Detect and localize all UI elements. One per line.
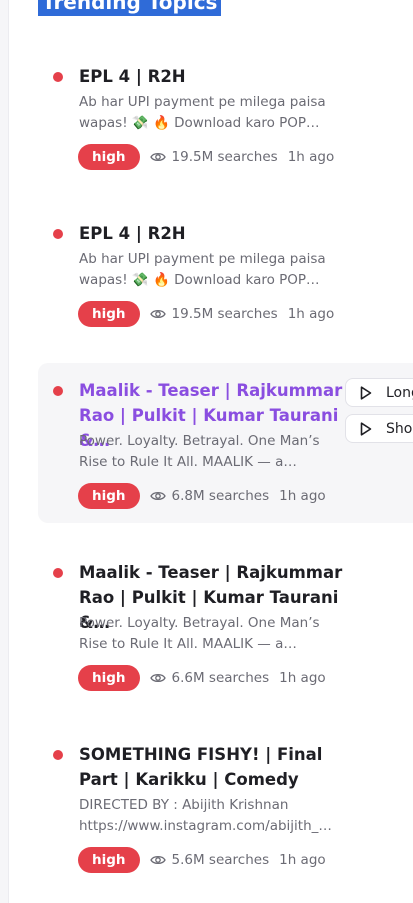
short-button[interactable]: Short [345, 414, 413, 443]
topic-item[interactable]: EPL 4 | R2H Ab har UPI payment pe milega… [38, 212, 413, 337]
topic-meta: high 5.6M searches 1h ago [78, 847, 326, 873]
short-button-label: Short [386, 420, 413, 437]
topic-item[interactable]: SOMETHING FISHY! | Final Part | Karikku … [38, 736, 413, 886]
topic-meta: high 6.6M searches 1h ago [78, 665, 326, 691]
eye-icon [149, 673, 166, 683]
time-ago: 1h ago [279, 852, 326, 868]
topic-title[interactable]: EPL 4 | R2H [79, 221, 344, 246]
topic-description: Power. Loyalty. Betrayal. One Man’s Rise… [79, 433, 320, 470]
time-ago: 1h ago [279, 670, 326, 686]
search-count: 19.5M searches [171, 306, 278, 322]
topic-item[interactable]: Maalik - Teaser | Rajkummar Rao | Pulkit… [38, 554, 413, 704]
eye-icon [149, 855, 166, 865]
section-title: Trending Topics [38, 0, 222, 16]
topic-description: Power. Loyalty. Betrayal. One Man’s Rise… [79, 615, 320, 652]
priority-badge: high [78, 483, 140, 509]
status-dot [53, 229, 63, 239]
status-dot [53, 750, 63, 760]
eye-icon [149, 491, 166, 501]
eye-icon [149, 152, 166, 162]
search-count: 6.8M searches [171, 488, 270, 504]
search-count: 5.6M searches [171, 852, 270, 868]
topic-title[interactable]: EPL 4 | R2H [79, 64, 344, 89]
eye-icon [149, 309, 166, 319]
priority-badge: high [78, 665, 140, 691]
priority-badge: high [78, 301, 140, 327]
play-icon [360, 421, 372, 436]
long-button[interactable]: Long [345, 378, 413, 407]
topic-description: Ab har UPI payment pe milega paisa wapas… [79, 251, 326, 288]
status-dot [53, 386, 63, 396]
topic-meta: high 19.5M searches 1h ago [78, 301, 334, 327]
time-ago: 1h ago [279, 488, 326, 504]
status-dot [53, 72, 63, 82]
time-ago: 1h ago [287, 306, 335, 322]
play-icon [360, 385, 372, 400]
topic-meta: high 6.8M searches 1h ago [78, 483, 326, 509]
priority-badge: high [78, 847, 140, 873]
topic-description: DIRECTED BY : Abijith Krishnan https://w… [79, 797, 332, 834]
sidebar-edge [0, 0, 9, 903]
topic-item[interactable]: EPL 4 | R2H Ab har UPI payment pe milega… [38, 55, 413, 180]
search-count: 6.6M searches [171, 670, 270, 686]
topic-title[interactable]: SOMETHING FISHY! | Final Part | Karikku … [79, 742, 344, 792]
long-button-label: Long [386, 384, 413, 401]
search-count: 19.5M searches [171, 149, 278, 165]
status-dot [53, 568, 63, 578]
topic-meta: high 19.5M searches 1h ago [78, 144, 334, 170]
time-ago: 1h ago [287, 149, 335, 165]
topic-description: Ab har UPI payment pe milega paisa wapas… [79, 94, 326, 131]
priority-badge: high [78, 144, 140, 170]
